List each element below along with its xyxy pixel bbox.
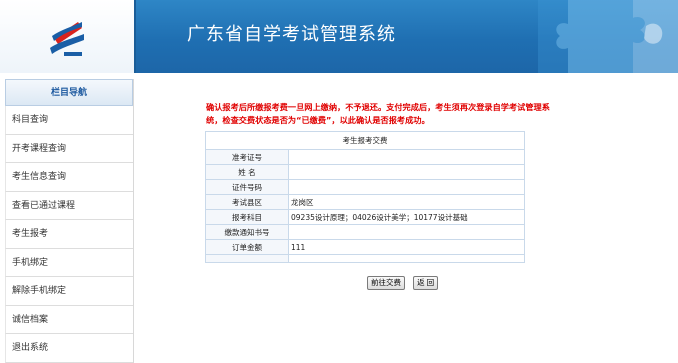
action-buttons: 前往交费 返 回 [367, 270, 441, 290]
sidebar-item-integrity-record[interactable]: 诚信档案 [5, 305, 133, 334]
exam-district-label: 考试县区 [205, 194, 289, 210]
table-row [205, 254, 525, 263]
name-value [288, 164, 525, 180]
go-pay-button[interactable]: 前往交费 [367, 276, 405, 290]
sidebar-nav: 科目查询 开考课程查询 考生信息查询 查看已通过课程 考生报考 手机绑定 解除手… [5, 106, 133, 363]
sidebar-item-logout[interactable]: 退出系统 [5, 334, 133, 363]
table-row: 姓 名 [205, 164, 525, 180]
site-title: 广东省自学考试管理系统 [187, 24, 396, 45]
blank-value-cell [288, 254, 525, 263]
back-button[interactable]: 返 回 [413, 276, 439, 290]
admission-number-value [288, 149, 525, 165]
table-row: 缴款通知书号 [205, 224, 525, 240]
sidebar-item-subject-query[interactable]: 科目查询 [5, 106, 133, 135]
sidebar-heading: 栏目导航 [5, 79, 133, 106]
order-amount-label: 订单金额 [205, 239, 289, 255]
header-banner: 广东省自学考试管理系统 [0, 0, 678, 73]
logo-icon [50, 22, 84, 56]
table-row: 考试县区 龙岗区 [205, 194, 525, 210]
table-row: 准考证号 [205, 149, 525, 165]
form-caption: 考生报考交费 [205, 131, 525, 150]
table-row: 订单金额 111 [205, 239, 525, 255]
payment-notice: 确认报考后所缴报考费一旦网上缴纳，不予退还。支付完成后，考生须再次登录自学考试管… [206, 102, 550, 125]
table-row: 报考科目 09235设计原理；04026设计美学；10177设计基础 [205, 209, 525, 225]
page: 广东省自学考试管理系统 栏目导航 科目查询 开考课程查询 考生信息查询 查看已通… [0, 0, 678, 363]
puzzle-decoration-icon [538, 0, 678, 73]
sidebar-item-candidate-info[interactable]: 考生信息查询 [5, 163, 133, 192]
sidebar-item-phone-binding[interactable]: 手机绑定 [5, 248, 133, 277]
admission-number-label: 准考证号 [205, 149, 289, 165]
sidebar-item-phone-unbinding[interactable]: 解除手机绑定 [5, 277, 133, 306]
payment-form-table: 考生报考交费 准考证号 姓 名 证件号码 考试县区 龙岗区 报考科目 09235… [205, 131, 525, 263]
logo-area [0, 0, 136, 73]
sidebar: 栏目导航 科目查询 开考课程查询 考生信息查询 查看已通过课程 考生报考 手机绑… [0, 79, 134, 363]
order-amount-value: 111 [288, 239, 525, 255]
table-row: 证件号码 [205, 179, 525, 195]
blank-label-cell [205, 254, 289, 263]
sidebar-item-passed-courses[interactable]: 查看已通过课程 [5, 191, 133, 220]
registered-subjects-label: 报考科目 [205, 209, 289, 225]
registered-subjects-value: 09235设计原理；04026设计美学；10177设计基础 [288, 209, 525, 225]
payment-notice-number-label: 缴款通知书号 [205, 224, 289, 240]
exam-district-value: 龙岗区 [288, 194, 525, 210]
payment-notice-number-value [288, 224, 525, 240]
sidebar-item-course-schedule[interactable]: 开考课程查询 [5, 134, 133, 163]
id-number-value [288, 179, 525, 195]
id-number-label: 证件号码 [205, 179, 289, 195]
sidebar-item-exam-registration[interactable]: 考生报考 [5, 220, 133, 249]
name-label: 姓 名 [205, 164, 289, 180]
